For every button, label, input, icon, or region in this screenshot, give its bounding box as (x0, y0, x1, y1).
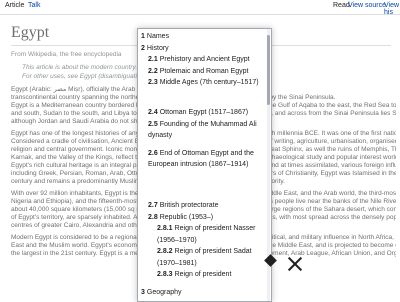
toc-item-number: 2.5 (148, 120, 158, 128)
toc-item[interactable]: 2.3 Middle Ages (7th century–1517) (148, 77, 260, 89)
close-icon[interactable] (286, 255, 304, 273)
toc-item-label: Names (146, 33, 170, 40)
toc-item-label: Ptolemaic and Roman Egypt (159, 67, 249, 75)
toc-panel: 1 Names 2 History 2.1 Prehistory and Ancient … (137, 28, 272, 302)
toc-item-number: 2.8.3 (157, 271, 173, 278)
toc-item-number: 1 (141, 33, 145, 40)
toc-item-label: Middle Ages (7th century–1517) (159, 79, 259, 86)
toc-item-label: End of Ottoman Egypt and the European in… (148, 149, 254, 169)
toc-item-label: Geography (146, 289, 182, 296)
tab-talk[interactable]: Talk (28, 2, 40, 9)
toc-item[interactable]: 2.1 Prehistory and Ancient Egypt (148, 54, 250, 66)
tab-article[interactable]: Article (5, 2, 24, 9)
toc-item-number: 2.4 (148, 109, 158, 116)
toc-item[interactable]: 2.8.2 Reign of president Sadat (1970–1981… (157, 246, 269, 269)
toc-item[interactable]: 2.4 Ottoman Egypt (1517–1867) (148, 107, 248, 119)
toc-item-number: 2.6 (148, 149, 158, 157)
toc-item-label: Prehistory and Ancient Egypt (159, 56, 250, 63)
toc-item[interactable]: 3 Geography (141, 287, 182, 299)
toc-item-number: 2.8.1 (157, 225, 173, 232)
toc-item-label: British protectorate (159, 202, 219, 209)
top-nav-bar: Article Talk Read View source View his (0, 0, 400, 16)
toc-item-number: 2.3 (148, 79, 158, 86)
toc-item-number: 2.1 (148, 56, 158, 63)
toc-item[interactable]: 2.6 End of Ottoman Egypt and the European… (148, 148, 260, 171)
toc-item-label: Ottoman Egypt (1517–1867) (159, 109, 249, 116)
toc-item[interactable]: 1 Names (141, 31, 169, 43)
toc-item[interactable]: 2.8.1 Reign of president Nasser (1956–197… (157, 223, 269, 246)
toc-item-label: Founding of the Muhammad Ali dynasty (148, 120, 257, 140)
toc-item[interactable]: 2.5 Founding of the Muhammad Ali dynasty (148, 119, 260, 142)
tab-view-source[interactable]: View source (348, 2, 386, 9)
toc-item-number: 3 (141, 289, 145, 296)
toc-item[interactable]: 2 History (141, 43, 169, 55)
toc-item-label: Republic (1953–) (159, 213, 214, 221)
toc-item-number: 2.7 (148, 202, 158, 209)
toc-item-number: 2.8.2 (157, 248, 173, 255)
toc-item-label: Reign of president (174, 271, 232, 278)
toc-scrollbar-thumb[interactable] (267, 35, 270, 105)
toc-item[interactable]: 2.7 British protectorate (148, 200, 218, 212)
toc-item-number: 2 (141, 44, 145, 52)
toc-item[interactable]: 2.8.3 Reign of president (157, 269, 231, 281)
toc-item-label: History (146, 44, 169, 52)
toc-item[interactable]: 2.2 Ptolemaic and Roman Egypt (148, 66, 248, 78)
toc-item-number: 2.8 (148, 213, 158, 221)
toc-item[interactable]: 2.8 Republic (1953–) (148, 212, 213, 224)
toc-item-number: 2.2 (148, 67, 158, 75)
